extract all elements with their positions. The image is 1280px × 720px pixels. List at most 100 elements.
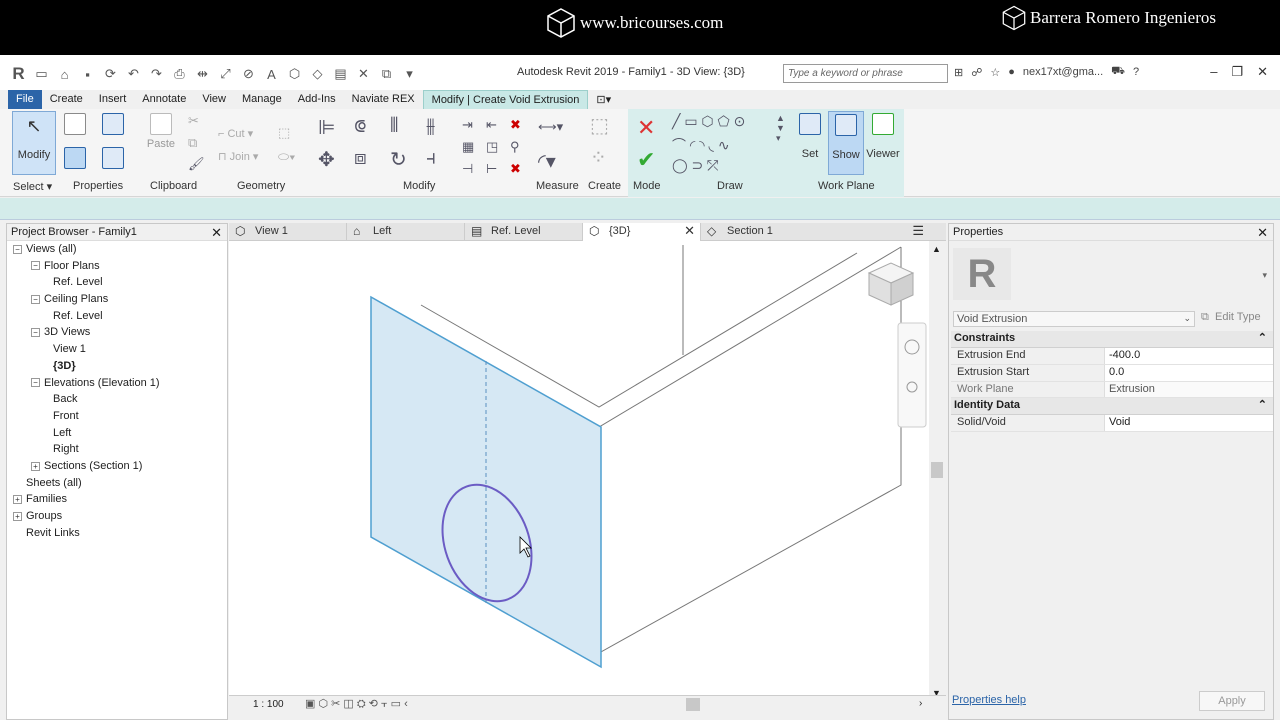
tab-add-ins[interactable]: Add-Ins (290, 90, 344, 109)
binoculars-icon[interactable]: ⊞ (954, 66, 963, 79)
tree-item[interactable]: Left (7, 425, 227, 442)
tree-item[interactable]: + Families (7, 491, 227, 508)
view-tab-section1[interactable]: ◇ Section 1 ☰ (701, 223, 929, 241)
aligned-dimension-icon[interactable]: ⟷▾ (538, 119, 563, 135)
sync-icon[interactable]: ⟳ (102, 66, 119, 82)
move-icon[interactable]: ✥ (318, 147, 335, 172)
scroll-right-icon[interactable]: › (919, 698, 922, 709)
tab-view[interactable]: View (194, 90, 234, 109)
tree-item[interactable]: {3D} (7, 358, 227, 375)
property-row[interactable]: Solid/Void Void (951, 415, 1273, 433)
restore-icon[interactable]: ❐ (1231, 64, 1243, 80)
modify-button[interactable]: ↖ Modify (12, 111, 56, 175)
copy-icon[interactable]: ⧉ (188, 135, 197, 151)
tree-item[interactable]: − Views (all) (7, 241, 227, 258)
mirror-draw-axis-icon[interactable]: ⫵ (426, 115, 435, 138)
scale-icon[interactable]: ◳ (486, 139, 498, 155)
scroll-up-icon[interactable]: ▲ (932, 244, 941, 254)
measure-icon[interactable]: ⇹ (194, 66, 211, 82)
communication-icon[interactable]: ☍ (971, 66, 982, 79)
tree-item[interactable]: − Floor Plans (7, 258, 227, 275)
cut-geometry-button[interactable]: ⌐ Cut ▾ (218, 127, 253, 140)
split-element-icon[interactable]: ⇥ (462, 117, 473, 133)
print-icon[interactable]: ⎙ (171, 66, 188, 82)
tree-item[interactable]: Front (7, 408, 227, 425)
horizontal-scroll-thumb[interactable] (686, 698, 700, 711)
apply-button[interactable]: Apply (1199, 691, 1265, 711)
group-identity-data[interactable]: Identity Data ⌃ (951, 398, 1273, 416)
viewcube-icon[interactable] (867, 262, 915, 306)
open-icon[interactable]: ⌂ (56, 67, 73, 82)
dimension-icon[interactable]: ⤢ (217, 66, 234, 82)
minimize-icon[interactable]: – (1210, 64, 1217, 80)
pin-icon[interactable]: ⚲ (510, 139, 520, 155)
paste-button[interactable]: Paste (146, 113, 176, 150)
collapse-icon[interactable]: − (31, 378, 40, 388)
wall-joins-icon[interactable]: ⬚ (278, 125, 290, 141)
text-icon[interactable]: A (263, 67, 280, 82)
offset-icon[interactable]: ⟃ (354, 115, 366, 138)
trim-multiple-icon[interactable]: ⊢ (486, 161, 497, 177)
properties-help-link[interactable]: Properties help (952, 694, 1026, 706)
tree-item[interactable]: Back (7, 391, 227, 408)
edit-type-button[interactable]: ⧉ Edit Type (1199, 311, 1271, 327)
vertical-scrollbar[interactable]: ▲ ▼ (929, 241, 946, 700)
cut-icon[interactable]: ✂ (188, 113, 199, 129)
tree-item[interactable]: + Groups (7, 508, 227, 525)
tab-create[interactable]: Create (42, 90, 91, 109)
3d-model-canvas[interactable] (229, 241, 946, 700)
type-properties-button[interactable] (64, 113, 86, 138)
tab-overflow-icon[interactable]: ⊡▾ (588, 90, 619, 109)
thin-lines-icon[interactable]: ▤ (332, 66, 349, 82)
tree-item[interactable]: + Sections (Section 1) (7, 458, 227, 475)
view-control-icons[interactable]: ▣ ⬡ ✂ ◫ ⛭ ⟲ ⫟ ▭ ‹ (305, 697, 408, 711)
split-with-gap-icon[interactable]: ⇤ (486, 117, 497, 133)
expand-icon[interactable]: + (31, 461, 40, 471)
tab-modify-create-void-extrusion[interactable]: Modify | Create Void Extrusion (422, 90, 589, 109)
create-similar-icon[interactable]: ⬚ (590, 113, 609, 138)
close-window-icon[interactable]: ✕ (1257, 64, 1268, 80)
family-types-button[interactable] (102, 113, 124, 138)
navigation-bar[interactable] (897, 322, 927, 428)
mirror-pick-axis-icon[interactable]: ⫴ (390, 115, 398, 138)
draw-tools-row2[interactable]: ⌒ ◜ ◝ ◟ ∿ (672, 135, 730, 155)
expand-icon[interactable]: + (13, 494, 22, 504)
view-tab-left[interactable]: ⌂ Left (347, 223, 465, 241)
property-row[interactable]: Extrusion Start 0.0 (951, 364, 1273, 382)
join-geometry-button[interactable]: ⊓ Join ▾ (218, 150, 258, 163)
draw-gallery-scroll-icon[interactable]: ▲ ▼ ▾ (776, 113, 785, 144)
align-icon[interactable]: ⊫ (318, 115, 335, 140)
view-scale[interactable]: 1 : 100 (253, 699, 284, 710)
revit-logo-icon[interactable]: R (10, 64, 27, 84)
show-workplane-button[interactable]: Show (828, 111, 864, 175)
create-group-icon[interactable]: ⁘ (590, 145, 607, 170)
tree-item[interactable]: View 1 (7, 341, 227, 358)
type-selector-image[interactable]: R (953, 248, 1011, 300)
angular-dimension-icon[interactable]: ◜▾ (538, 149, 556, 174)
home-icon[interactable]: ▭ (33, 66, 50, 82)
user-account[interactable]: nex17xt@gma... (1023, 66, 1103, 78)
finish-edit-mode-icon[interactable]: ✔ (637, 147, 655, 173)
properties-button[interactable] (64, 147, 86, 172)
star-icon[interactable]: ☆ (990, 66, 1000, 79)
cancel-edit-mode-icon[interactable]: ✕ (637, 115, 655, 141)
view-tab-3d[interactable]: ⬡ {3D} ✕ (583, 223, 701, 241)
help-icon[interactable]: ? (1133, 66, 1139, 78)
array-icon[interactable]: ▦ (462, 139, 474, 155)
family-category-button[interactable] (102, 147, 124, 172)
tree-item[interactable]: Ref. Level (7, 274, 227, 291)
panel-select[interactable]: Select ▾ (13, 180, 52, 193)
split-face-icon[interactable]: ⬭▾ (278, 149, 295, 165)
type-selector-dropdown-icon[interactable]: ▾ (1262, 270, 1267, 281)
close-icon[interactable]: ✕ (684, 223, 695, 239)
tree-item[interactable]: Revit Links (7, 525, 227, 542)
switch-windows-icon[interactable]: ⧉ (378, 66, 395, 82)
save-icon[interactable]: ▪ (79, 67, 96, 82)
property-row[interactable]: Work Plane Extrusion (951, 381, 1273, 399)
close-icon[interactable]: ✕ (211, 225, 222, 241)
type-selector-filter[interactable]: Void Extrusion ⌄ (953, 311, 1195, 327)
tree-item[interactable]: Right (7, 441, 227, 458)
redo-icon[interactable]: ↷ (148, 66, 165, 82)
draw-tools-row1[interactable]: ╱ ▭ ⬡ ⬠ ⊙ (672, 113, 745, 130)
copy-element-icon[interactable]: ⧈ (354, 147, 367, 170)
